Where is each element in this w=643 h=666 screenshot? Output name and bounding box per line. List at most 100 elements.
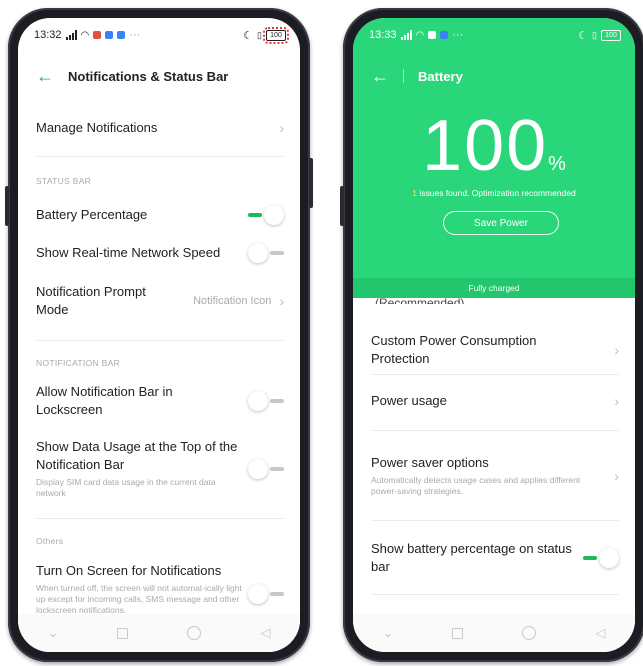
phone-right: 13:33 ◠ ··· ☾ ▯ 100 ← Battery 100% 1 iss… xyxy=(340,8,643,662)
back-arrow-icon[interactable]: ← xyxy=(371,67,389,85)
divider xyxy=(36,156,284,157)
page-title: Battery xyxy=(418,68,463,84)
alarm-icon: ☾ xyxy=(578,29,589,42)
prompt-mode-row[interactable]: Notification Prompt Mode Notification Ic… xyxy=(36,282,284,320)
section-notification-bar: NOTIFICATION BAR xyxy=(36,358,120,368)
chevron-right-icon: › xyxy=(614,342,619,358)
vibrate-icon: ▯ xyxy=(592,29,597,40)
nav-home-icon[interactable] xyxy=(522,626,537,640)
status-bar: 13:32 ◠ ··· ☾ ▯ 100 xyxy=(18,18,300,52)
chevron-right-icon: › xyxy=(279,120,284,136)
page-title: Notifications & Status Bar xyxy=(68,68,229,84)
back-arrow-icon[interactable]: ← xyxy=(36,67,54,85)
power-button xyxy=(309,158,313,208)
data-usage-toggle[interactable] xyxy=(248,459,284,479)
phone-left: 13:32 ◠ ··· ☾ ▯ 100 ← Notifications & St… xyxy=(5,8,313,662)
app-notification-icon xyxy=(105,31,114,39)
recommended-label: (Recommended) xyxy=(375,296,465,304)
turn-on-screen-text: Turn On Screen for Notifications When tu… xyxy=(36,562,242,617)
prompt-mode-value: Notification Icon › xyxy=(193,293,284,309)
custom-power-row[interactable]: Custom Power Consumption Protection › xyxy=(371,332,619,368)
turn-on-screen-row[interactable]: Turn On Screen for Notifications When tu… xyxy=(36,562,284,622)
data-usage-description: Display SIM card data usage in the curre… xyxy=(36,476,216,499)
allow-lockscreen-toggle[interactable] xyxy=(248,391,284,411)
nav-recents-icon[interactable] xyxy=(452,627,464,639)
volume-button xyxy=(340,186,344,226)
status-bar: 13:33 ◠ ··· ☾ ▯ 100 xyxy=(353,18,635,52)
show-percentage-row[interactable]: Show battery percentage on status bar xyxy=(371,540,619,576)
allow-lockscreen-label: Allow Notification Bar in Lockscreen xyxy=(36,384,173,417)
data-usage-row[interactable]: Show Data Usage at the Top of the Notifi… xyxy=(36,438,284,500)
app-notification-icon xyxy=(93,31,102,39)
issues-text: issues found. Optimization recommended xyxy=(419,188,576,198)
turn-on-screen-description: When turned off, the screen will not aut… xyxy=(36,582,242,616)
wifi-icon: ◠ xyxy=(415,29,425,41)
power-saver-description: Automatically detects usage cases and ap… xyxy=(371,474,581,497)
nav-down-icon[interactable]: ⌄ xyxy=(383,625,394,641)
nav-back-icon[interactable]: ◁ xyxy=(260,625,270,641)
clock: 13:32 xyxy=(34,29,62,41)
turn-on-screen-toggle[interactable] xyxy=(248,584,284,604)
manage-notifications-row[interactable]: Manage Notifications › xyxy=(36,114,284,142)
signal-icon xyxy=(65,30,77,40)
battery-level: 100% xyxy=(353,110,635,182)
prompt-mode-label: Notification Prompt Mode xyxy=(36,284,146,317)
battery-screen: 13:33 ◠ ··· ☾ ▯ 100 ← Battery 100% 1 iss… xyxy=(353,18,635,652)
volume-button xyxy=(5,186,9,226)
navigation-bar: ⌄ ◁ xyxy=(18,614,300,652)
nav-back-icon[interactable]: ◁ xyxy=(595,625,605,641)
divider xyxy=(36,340,284,341)
divider xyxy=(371,430,619,431)
more-icon: ··· xyxy=(452,29,464,41)
battery-level-value: 100 xyxy=(422,106,549,186)
signal-icon xyxy=(400,30,412,40)
divider xyxy=(36,518,284,519)
app-notification-icon xyxy=(117,31,126,39)
power-saver-row[interactable]: Power saver options Automatically detect… xyxy=(371,452,619,500)
battery-icon: 100 xyxy=(601,29,621,41)
nav-down-icon[interactable]: ⌄ xyxy=(48,625,59,641)
fully-charged-banner: Fully charged xyxy=(353,278,635,298)
alarm-icon: ☾ xyxy=(243,29,254,42)
save-power-button[interactable]: Save Power xyxy=(443,211,559,235)
data-usage-label: Show Data Usage at the Top of the Notifi… xyxy=(36,439,238,473)
page-header: ← Battery xyxy=(353,56,635,96)
clock: 13:33 xyxy=(369,29,397,41)
allow-lockscreen-row[interactable]: Allow Notification Bar in Lockscreen xyxy=(36,382,284,420)
more-icon: ··· xyxy=(129,29,141,41)
issues-summary: 1 issues found. Optimization recommended xyxy=(353,188,635,198)
notifications-screen: 13:32 ◠ ··· ☾ ▯ 100 ← Notifications & St… xyxy=(18,18,300,652)
manage-notifications-label: Manage Notifications xyxy=(36,120,158,136)
page-header: ← Notifications & Status Bar xyxy=(18,56,300,96)
chevron-right-icon: › xyxy=(279,293,284,309)
section-others: Others xyxy=(36,536,64,546)
data-usage-text: Show Data Usage at the Top of the Notifi… xyxy=(36,438,242,499)
prompt-mode-value-text: Notification Icon xyxy=(193,295,272,307)
network-speed-row[interactable]: Show Real-time Network Speed xyxy=(36,240,284,266)
divider xyxy=(371,374,619,375)
nav-home-icon[interactable] xyxy=(187,626,202,640)
network-speed-toggle[interactable] xyxy=(248,243,284,263)
nav-recents-icon[interactable] xyxy=(117,627,129,639)
show-percentage-label: Show battery percentage on status bar xyxy=(371,541,572,574)
divider xyxy=(371,520,619,521)
turn-on-screen-label: Turn On Screen for Notifications xyxy=(36,563,222,578)
network-speed-label: Show Real-time Network Speed xyxy=(36,245,221,261)
battery-percentage-row[interactable]: Battery Percentage xyxy=(36,202,284,228)
section-status-bar: STATUS BAR xyxy=(36,176,92,186)
power-usage-row[interactable]: Power usage › xyxy=(371,388,619,414)
battery-level-unit: % xyxy=(548,153,566,175)
wifi-icon: ◠ xyxy=(80,29,90,41)
issues-count: 1 xyxy=(412,188,417,198)
power-saver-label: Power saver options xyxy=(371,455,489,471)
app-notification-icon xyxy=(440,31,449,39)
battery-percentage-toggle[interactable] xyxy=(248,205,284,225)
app-notification-icon xyxy=(428,31,437,39)
battery-icon: 100 xyxy=(263,26,289,44)
battery-percentage-label: Battery Percentage xyxy=(36,207,148,223)
custom-power-label: Custom Power Consumption Protection xyxy=(371,333,537,366)
power-usage-label: Power usage xyxy=(371,393,447,409)
chevron-right-icon: › xyxy=(614,393,619,409)
divider xyxy=(371,594,619,595)
show-percentage-toggle[interactable] xyxy=(583,548,619,568)
